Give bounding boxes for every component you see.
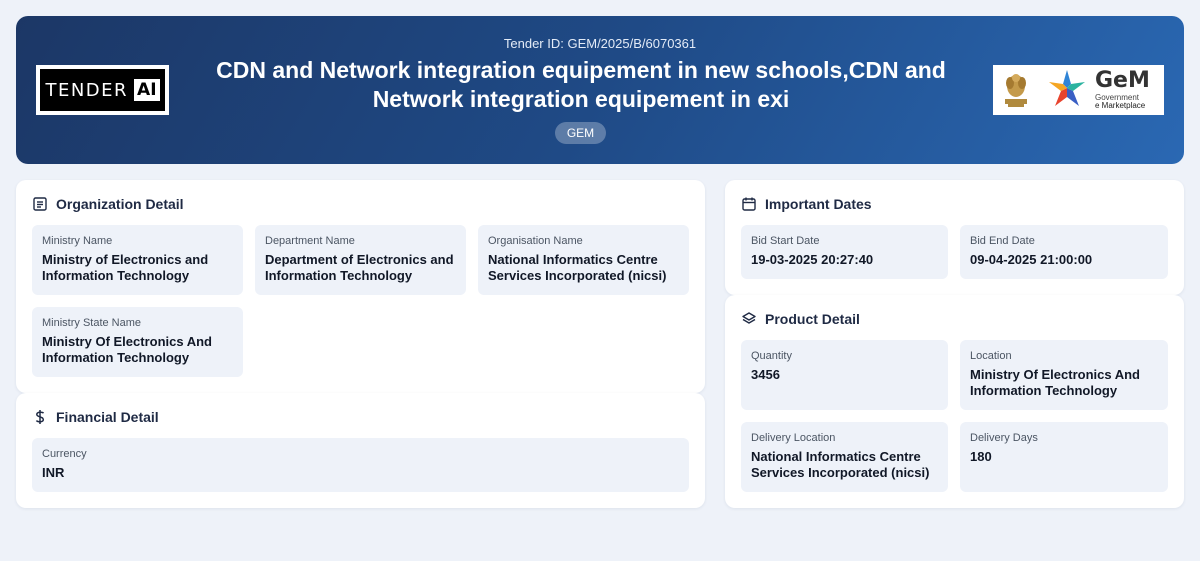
gem-logo: GeM Government e Marketplace: [993, 65, 1164, 115]
product-detail-title: Product Detail: [765, 311, 860, 327]
header-banner: TENDER AI Tender ID: GEM/2025/B/6070361 …: [16, 16, 1184, 164]
field-delivery-days: Delivery Days 180: [960, 422, 1168, 492]
calendar-icon: [742, 197, 756, 211]
field-value: Ministry Of Electronics And Information …: [42, 334, 212, 365]
logo-text-ai: AI: [134, 79, 160, 101]
field-bid-end-date: Bid End Date 09-04-2025 21:00:00: [960, 225, 1168, 279]
field-label: Bid End Date: [970, 235, 1035, 247]
dollar-icon: [35, 410, 45, 424]
field-value: 19-03-2025 20:27:40: [751, 252, 874, 267]
product-detail-heading: Product Detail: [741, 311, 860, 327]
organization-detail-card: Organization Detail Ministry Name Minist…: [16, 180, 705, 393]
financial-detail-title: Financial Detail: [56, 409, 159, 425]
gem-logo-line2: e Marketplace: [1095, 101, 1146, 110]
field-value: 3456: [751, 367, 780, 382]
field-location: Location Ministry Of Electronics And Inf…: [960, 340, 1168, 410]
field-value: 180: [970, 449, 992, 464]
important-dates-title: Important Dates: [765, 196, 872, 212]
field-currency: Currency INR: [32, 438, 689, 492]
field-value: INR: [42, 465, 65, 480]
product-detail-card: Product Detail Quantity 3456 Location Mi…: [725, 295, 1184, 508]
field-value: Ministry Of Electronics And Information …: [970, 367, 1140, 398]
financial-detail-card: Financial Detail Currency INR: [16, 393, 705, 508]
field-value: Ministry of Electronics and Information …: [42, 252, 209, 283]
page-title: CDN and Network integration equipement i…: [216, 57, 946, 112]
field-organisation-name: Organisation Name National Informatics C…: [478, 225, 689, 295]
field-label: Department Name: [265, 235, 355, 247]
layers-icon: [742, 312, 756, 324]
field-label: Location: [970, 350, 1012, 362]
field-value: National Informatics Centre Services Inc…: [751, 449, 930, 480]
field-label: Ministry State Name: [42, 317, 142, 329]
field-label: Organisation Name: [488, 235, 583, 247]
field-value: Department of Electronics and Informatio…: [265, 252, 454, 283]
field-bid-start-date: Bid Start Date 19-03-2025 20:27:40: [741, 225, 948, 279]
field-label: Delivery Location: [751, 432, 836, 444]
document-icon: [33, 197, 47, 211]
tender-ai-logo: TENDER AI: [36, 65, 169, 115]
organization-detail-heading: Organization Detail: [32, 196, 184, 212]
gem-logo-name: GeM: [1095, 68, 1150, 93]
national-emblem-icon: [1005, 74, 1027, 107]
field-delivery-location: Delivery Location National Informatics C…: [741, 422, 948, 492]
source-badge: GEM: [555, 122, 606, 144]
financial-detail-heading: Financial Detail: [32, 409, 159, 425]
field-value: National Informatics Centre Services Inc…: [488, 252, 667, 283]
field-ministry-name: Ministry Name Ministry of Electronics an…: [32, 225, 243, 295]
field-ministry-state-name: Ministry State Name Ministry Of Electron…: [32, 307, 243, 377]
field-department-name: Department Name Department of Electronic…: [255, 225, 466, 295]
field-label: Bid Start Date: [751, 235, 820, 247]
important-dates-heading: Important Dates: [741, 196, 872, 212]
logo-text-tender: TENDER: [45, 79, 129, 101]
field-label: Quantity: [751, 350, 792, 362]
field-label: Delivery Days: [970, 432, 1038, 444]
gem-star-icon: [1049, 70, 1085, 106]
important-dates-card: Important Dates Bid Start Date 19-03-202…: [725, 180, 1184, 295]
field-value: 09-04-2025 21:00:00: [970, 252, 1093, 267]
organization-detail-title: Organization Detail: [56, 196, 184, 212]
field-quantity: Quantity 3456: [741, 340, 948, 410]
field-label: Ministry Name: [42, 235, 113, 247]
tender-id: Tender ID: GEM/2025/B/6070361: [503, 36, 697, 51]
field-label: Currency: [42, 448, 87, 460]
